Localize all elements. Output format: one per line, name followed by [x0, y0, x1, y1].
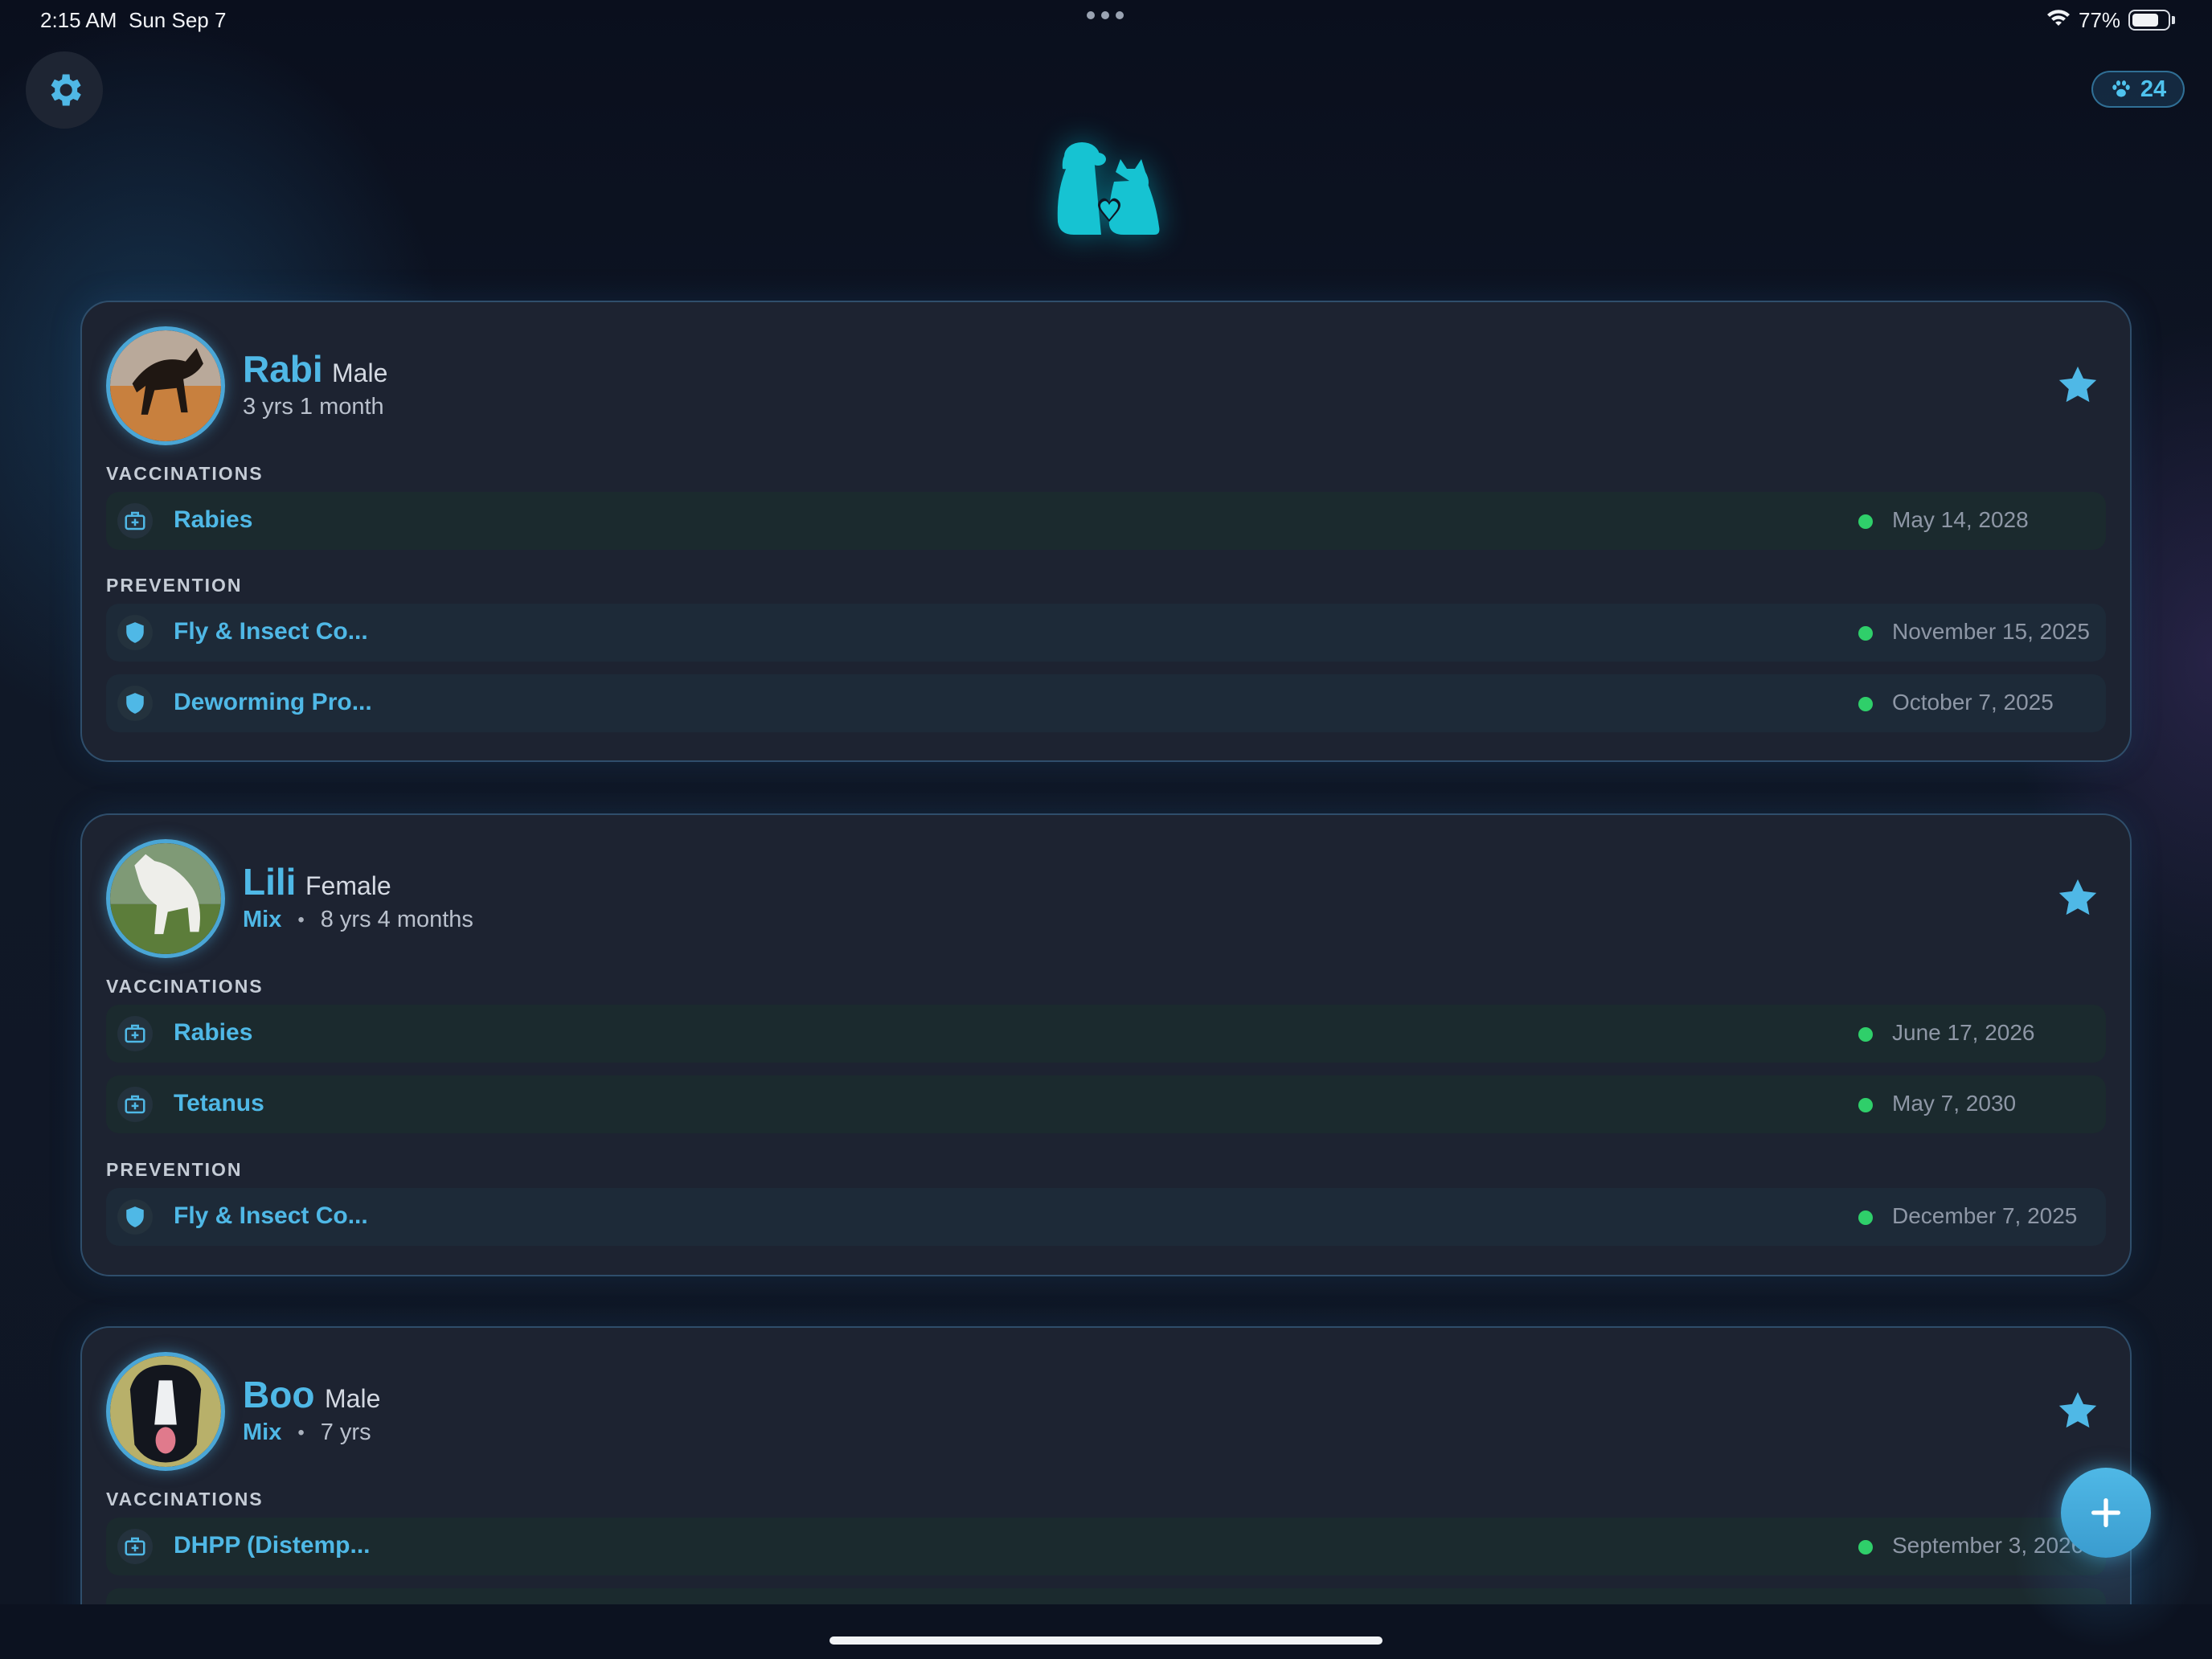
- status-ok-dot: [1858, 514, 1873, 529]
- vaccination-row[interactable]: Tetanus May 7, 2030: [106, 1075, 2106, 1133]
- section-label-prevention: PREVENTION: [106, 1159, 243, 1180]
- pet-age: 8 yrs 4 months: [320, 907, 473, 932]
- bottom-safe-area: [0, 1604, 2212, 1659]
- vaccination-row[interactable]: Rabies May 14, 2028: [106, 492, 2106, 550]
- multitasking-dots-icon[interactable]: [1087, 11, 1124, 19]
- status-time: 2:15 AM: [40, 8, 117, 32]
- battery-cap: [2172, 16, 2175, 24]
- record-date: June 17, 2026: [1892, 1020, 2035, 1045]
- section-label-prevention: PREVENTION: [106, 575, 243, 596]
- status-bar: 2:15 AM Sun Sep 7 77%: [0, 0, 2212, 40]
- plus-icon: [2091, 1497, 2121, 1528]
- star-icon[interactable]: [2056, 876, 2099, 920]
- battery-percent: 77%: [2079, 8, 2121, 32]
- section-label-vaccinations: VACCINATIONS: [106, 976, 264, 997]
- record-name: Rabies: [174, 1019, 253, 1046]
- record-name: Fly & Insect Co...: [174, 1202, 368, 1229]
- medical-kit-icon: [117, 1529, 153, 1564]
- record-name: Rabies: [174, 506, 253, 533]
- pet-card[interactable]: Lili Female Mix • 8 yrs 4 months VACCINA…: [80, 813, 2132, 1276]
- status-ok-dot: [1858, 626, 1873, 641]
- star-icon[interactable]: [2056, 363, 2099, 407]
- pet-age: 7 yrs: [320, 1419, 371, 1445]
- record-name: Deworming Pro...: [174, 689, 372, 715]
- section-label-vaccinations: VACCINATIONS: [106, 1489, 264, 1509]
- star-icon[interactable]: [2056, 1389, 2099, 1432]
- record-date: November 15, 2025: [1892, 619, 2090, 644]
- separator: •: [297, 1421, 305, 1444]
- pet-breed: Mix: [243, 1419, 282, 1445]
- medical-kit-icon: [117, 1016, 153, 1051]
- pet-age: 3 yrs 1 month: [243, 394, 384, 420]
- paw-icon: [2112, 80, 2130, 97]
- status-ok-dot: [1858, 697, 1873, 711]
- avatar: [106, 1352, 225, 1471]
- vaccination-row[interactable]: DHPP (Distemp... September 3, 2026: [106, 1518, 2106, 1575]
- section-label-vaccinations: VACCINATIONS: [106, 463, 264, 484]
- app-screen: 2:15 AM Sun Sep 7 77% 24 Rabi Male 3 yrs…: [0, 0, 2212, 1659]
- pet-gender: Male: [325, 1384, 381, 1413]
- home-indicator[interactable]: [830, 1636, 1382, 1645]
- record-date: May 14, 2028: [1892, 507, 2029, 532]
- prevention-row[interactable]: Deworming Pro... October 7, 2025: [106, 674, 2106, 732]
- status-ok-dot: [1858, 1210, 1873, 1225]
- pet-gender: Female: [305, 871, 391, 900]
- wifi-icon: [2047, 10, 2070, 26]
- shield-icon: [117, 615, 153, 650]
- status-ok-dot: [1858, 1098, 1873, 1112]
- record-name: Fly & Insect Co...: [174, 618, 368, 645]
- prevention-row[interactable]: Fly & Insect Co... November 15, 2025: [106, 604, 2106, 662]
- record-date: October 7, 2025: [1892, 690, 2054, 715]
- record-date: May 7, 2030: [1892, 1091, 2017, 1116]
- pet-details: Mix • 8 yrs 4 months: [243, 907, 473, 933]
- add-pet-button[interactable]: [2061, 1468, 2151, 1558]
- gear-icon: [51, 74, 81, 106]
- medical-kit-icon: [117, 1087, 153, 1122]
- status-ok-dot: [1858, 1027, 1873, 1042]
- pet-details: 3 yrs 1 month: [243, 394, 384, 420]
- pet-count-badge[interactable]: 24: [2091, 71, 2185, 108]
- pet-details: Mix • 7 yrs: [243, 1419, 371, 1446]
- pet-gender: Male: [332, 358, 388, 387]
- status-ok-dot: [1858, 1540, 1873, 1555]
- pet-name: Rabi: [243, 348, 323, 390]
- shield-icon: [117, 1199, 153, 1235]
- record-name: Tetanus: [174, 1090, 264, 1116]
- pet-breed: Mix: [243, 907, 282, 932]
- prevention-row[interactable]: Fly & Insect Co... December 7, 2025: [106, 1188, 2106, 1246]
- dog-cat-heart-logo: [1057, 142, 1160, 235]
- avatar: [106, 326, 225, 445]
- separator: •: [297, 908, 305, 931]
- record-date: December 7, 2025: [1892, 1203, 2078, 1228]
- avatar: [106, 839, 225, 958]
- record-name: DHPP (Distemp...: [174, 1532, 371, 1559]
- pet-name: Lili: [243, 861, 297, 903]
- medical-kit-icon: [117, 503, 153, 539]
- pet-card[interactable]: Rabi Male 3 yrs 1 month VACCINATIONS Rab…: [80, 301, 2132, 762]
- pet-name: Boo: [243, 1374, 315, 1415]
- battery-icon: [2128, 10, 2170, 31]
- pet-count: 24: [2140, 76, 2167, 102]
- status-date: Sun Sep 7: [129, 8, 227, 32]
- settings-button[interactable]: [26, 51, 103, 129]
- shield-icon: [117, 686, 153, 721]
- vaccination-row[interactable]: Rabies June 17, 2026: [106, 1005, 2106, 1063]
